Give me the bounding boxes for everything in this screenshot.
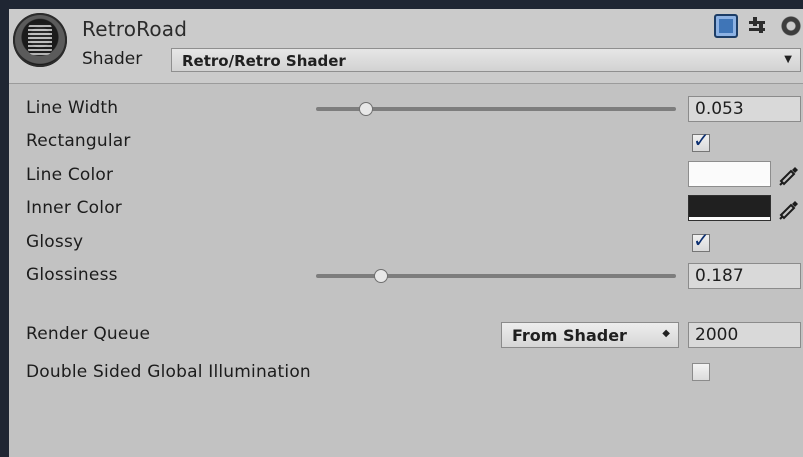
settings-sliders-icon[interactable]	[745, 14, 769, 38]
material-preview-icon	[13, 13, 67, 67]
window-frame-top	[0, 0, 803, 9]
gear-icon[interactable]	[779, 14, 803, 38]
line-width-slider-thumb[interactable]	[359, 102, 374, 116]
material-preview-pattern	[28, 23, 52, 55]
line-color-swatch[interactable]	[688, 161, 771, 187]
render-queue-dropdown-value: From Shader	[512, 326, 627, 345]
rectangular-checkbox[interactable]: ✓	[692, 128, 710, 152]
glossy-label: Glossy	[26, 232, 84, 252]
eyedropper-icon[interactable]	[775, 195, 801, 221]
glossiness-slider-thumb[interactable]	[373, 269, 388, 283]
help-icon[interactable]	[714, 14, 738, 38]
render-queue-dropdown[interactable]: From Shader ◆	[501, 322, 679, 348]
eyedropper-icon[interactable]	[775, 161, 801, 187]
checkmark-icon: ✓	[693, 228, 710, 252]
glossiness-label: Glossiness	[26, 265, 118, 285]
line-width-input[interactable]: 0.053	[688, 96, 801, 122]
updown-arrow-icon: ◆	[662, 328, 670, 339]
double-sided-gi-checkbox[interactable]	[692, 363, 710, 381]
shader-dropdown-value: Retro/Retro Shader	[182, 52, 346, 70]
window-frame-left	[0, 0, 9, 457]
line-width-label: Line Width	[26, 98, 119, 118]
inner-color-swatch[interactable]	[688, 195, 771, 221]
chevron-down-icon: ▼	[784, 54, 792, 65]
shader-label: Shader	[82, 49, 143, 69]
shader-dropdown[interactable]: Retro/Retro Shader ▼	[171, 48, 801, 72]
material-inspector: RetroRoad Shader Retro/Retro Shader ▼ Li…	[9, 9, 803, 457]
inner-color-label: Inner Color	[26, 198, 122, 218]
glossy-checkbox[interactable]: ✓	[692, 228, 710, 252]
render-queue-label: Render Queue	[26, 324, 151, 344]
material-title: RetroRoad	[82, 17, 188, 41]
render-queue-input[interactable]: 2000	[688, 322, 801, 348]
double-sided-gi-label: Double Sided Global Illumination	[26, 362, 311, 382]
glossiness-input[interactable]: 0.187	[688, 263, 801, 289]
material-header: RetroRoad Shader Retro/Retro Shader ▼	[9, 9, 803, 84]
line-color-label: Line Color	[26, 165, 114, 185]
glossiness-slider-track[interactable]	[316, 274, 676, 278]
checkmark-icon: ✓	[693, 128, 710, 152]
rectangular-label: Rectangular	[26, 131, 131, 151]
